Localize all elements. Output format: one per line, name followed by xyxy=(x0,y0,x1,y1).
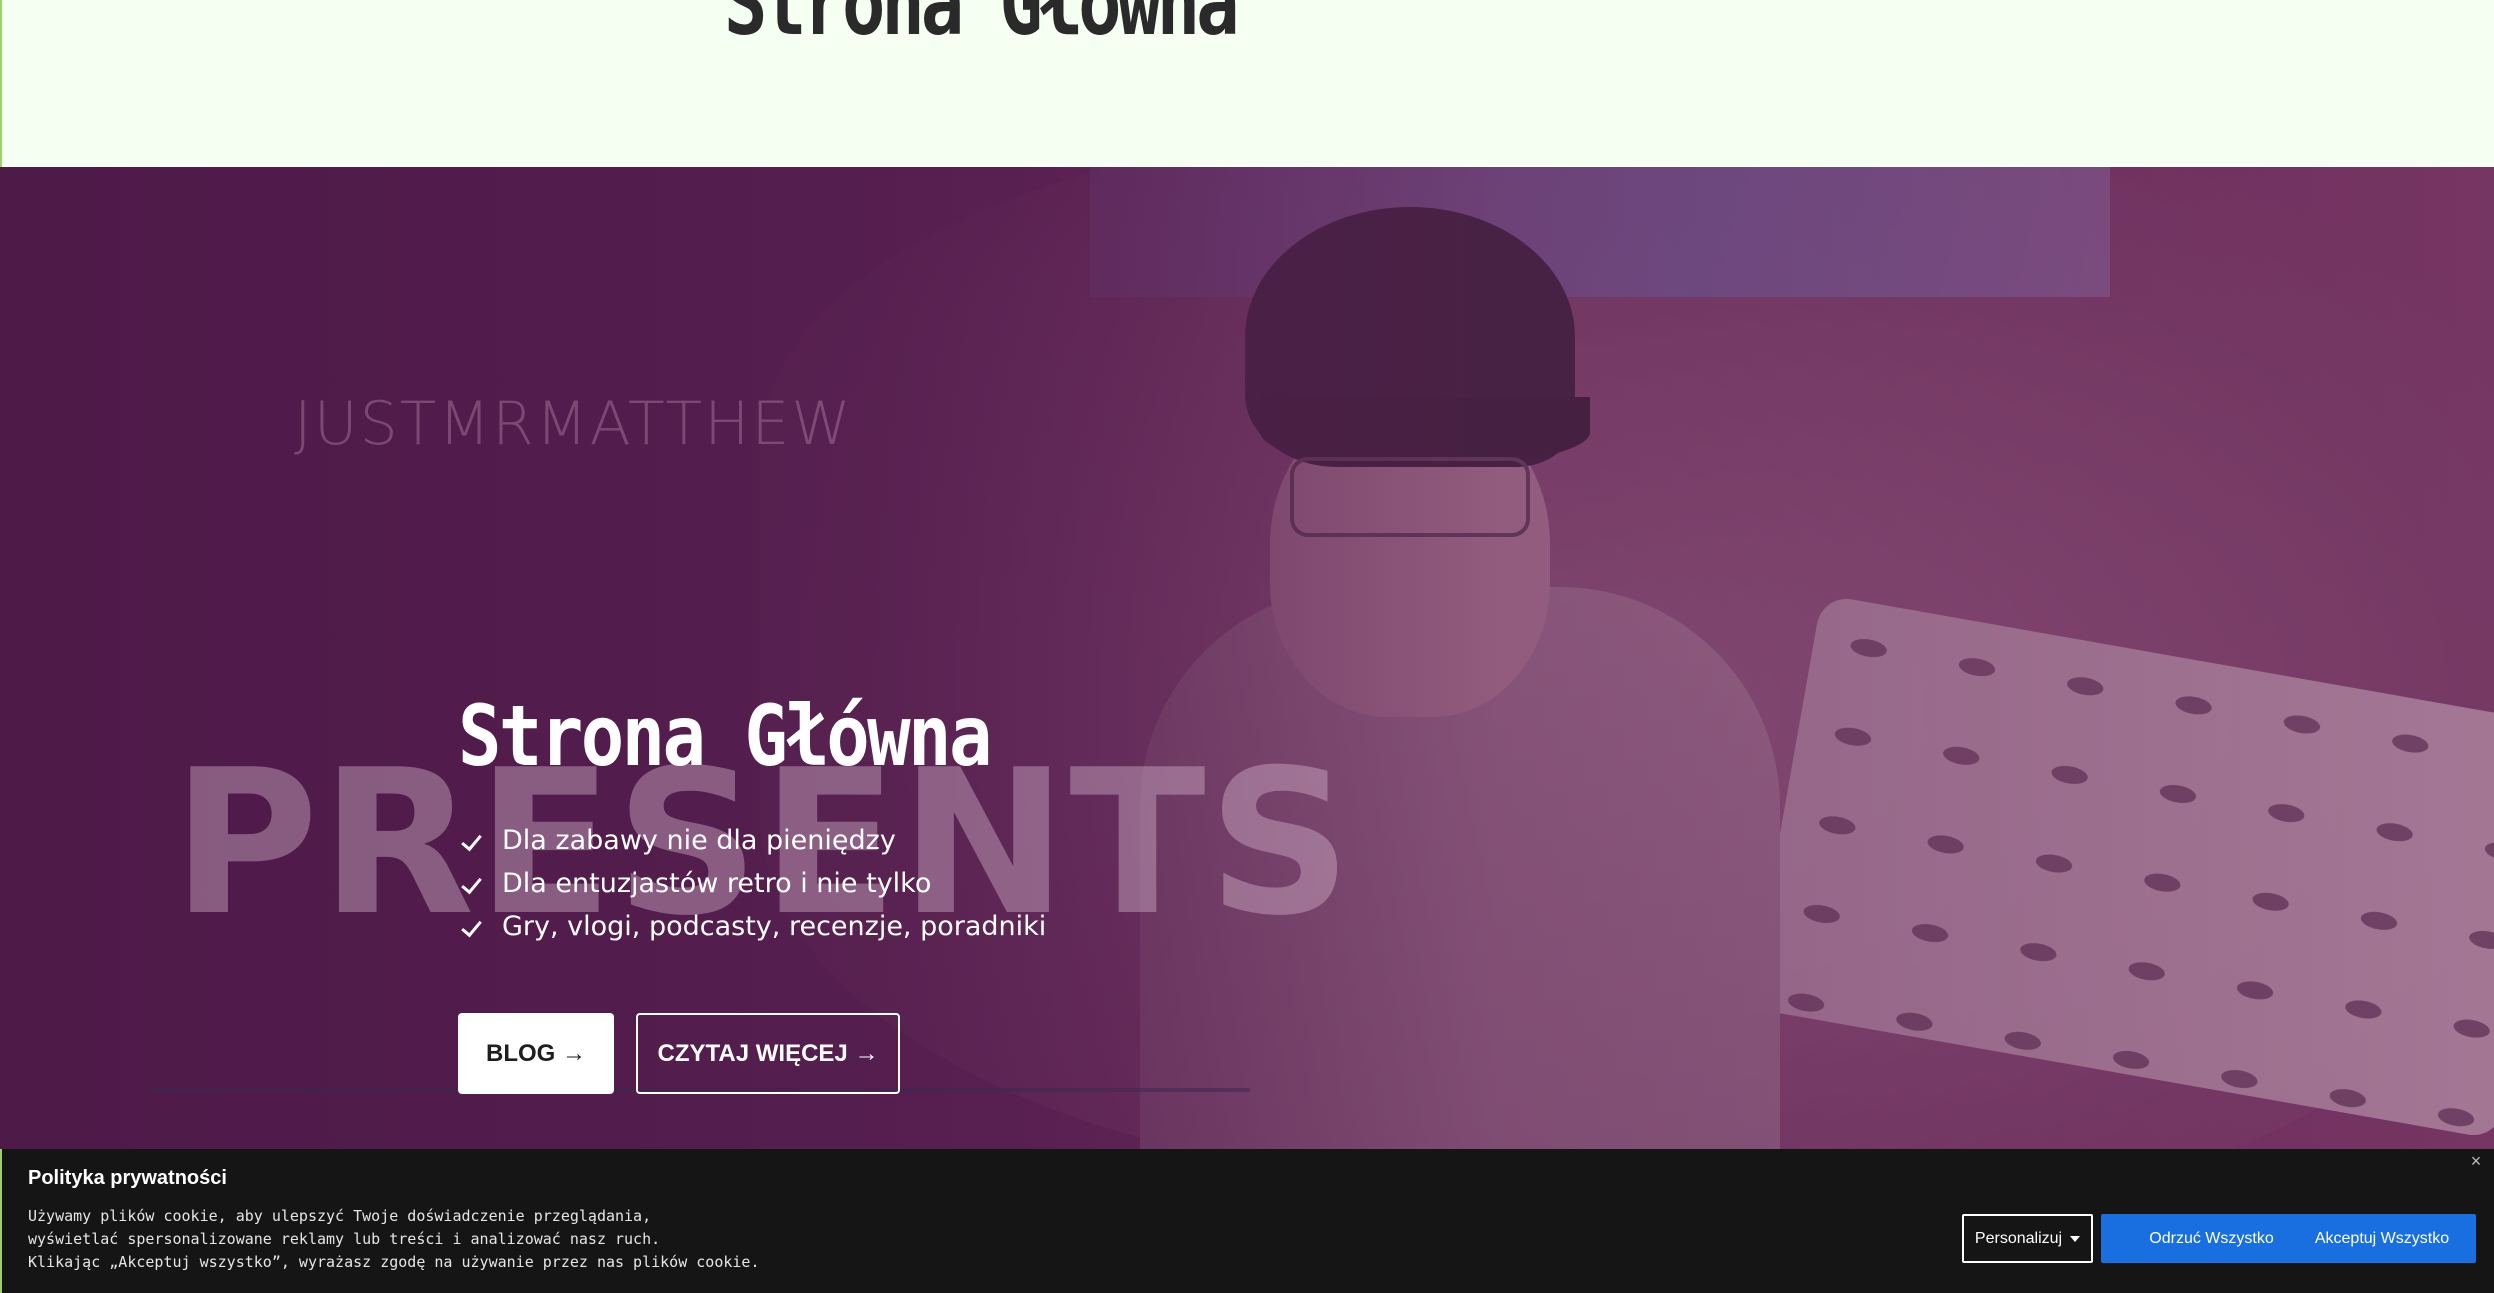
cookie-banner-title: Polityka prywatności xyxy=(28,1167,227,1189)
read-more-button[interactable]: CZYTAJ WIĘCEJ → xyxy=(636,1013,900,1094)
hero-color-overlay xyxy=(0,167,2494,1149)
feature-text: Gry, vlogi, podcasty, recenzje, poradnik… xyxy=(502,911,1047,942)
personalize-label: Personalizuj xyxy=(1974,1229,2063,1247)
page-title: Strona Główna xyxy=(724,0,1240,55)
cookie-text-line: Używamy plików cookie, aby ulepszyć Twoj… xyxy=(28,1207,652,1225)
check-icon xyxy=(462,872,488,896)
hero-title: Strona Główna xyxy=(458,687,992,785)
feature-item: Dla entuzjastów retro i nie tylko xyxy=(462,862,1046,905)
feature-text: Dla entuzjastów retro i nie tylko xyxy=(502,868,932,899)
personalize-button[interactable]: Personalizuj xyxy=(1962,1214,2093,1263)
cookie-banner: Polityka prywatności Używamy plików cook… xyxy=(0,1149,2494,1293)
cookie-banner-text: Używamy plików cookie, aby ulepszyć Twoj… xyxy=(28,1205,928,1274)
close-icon[interactable]: × xyxy=(2466,1151,2486,1171)
brand-watermark: JUSTMRMATTHEW xyxy=(294,389,853,459)
hero-section: JUSTMRMATTHEW PRESENTS Strona Główna Dla… xyxy=(0,167,2494,1149)
top-header: Strona Główna xyxy=(0,0,2494,167)
accept-all-button[interactable]: Akceptuj Wszystko xyxy=(2288,1214,2476,1263)
feature-item: Dla zabawy nie dla pieniędzy xyxy=(462,819,1046,862)
feature-text: Dla zabawy nie dla pieniędzy xyxy=(502,825,896,856)
check-icon xyxy=(462,829,488,853)
cookie-text-line: wyświetlać spersonalizowane reklamy lub … xyxy=(28,1230,661,1248)
blog-button[interactable]: BLOG → xyxy=(458,1013,614,1094)
check-icon xyxy=(462,915,488,939)
chevron-down-icon xyxy=(2070,1235,2081,1242)
cookie-text-line: Klikając „Akceptuj wszystko”, wyrażasz z… xyxy=(28,1253,760,1271)
feature-item: Gry, vlogi, podcasty, recenzje, poradnik… xyxy=(462,905,1046,948)
feature-list: Dla zabawy nie dla pieniędzy Dla entuzja… xyxy=(462,819,1046,948)
